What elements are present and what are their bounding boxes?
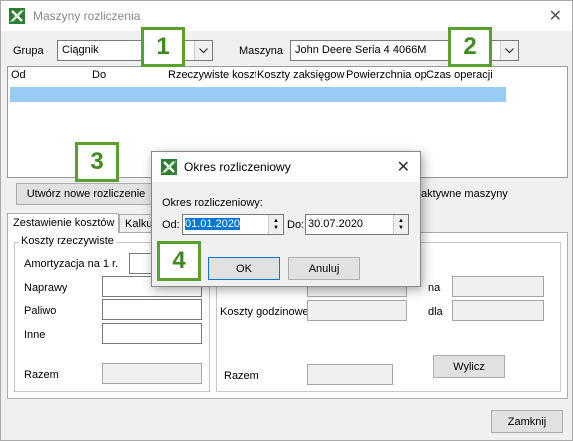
hourly-costs-label: Koszty godzinowe: [220, 306, 309, 318]
column-header-real-costs[interactable]: Rzeczywiste koszt: [168, 69, 256, 81]
close-icon[interactable]: ✕: [549, 6, 562, 26]
other-input[interactable]: [102, 323, 202, 344]
dialog-title-bar: Okres rozliczeniowy ✕: [152, 152, 420, 182]
calculate-button[interactable]: Wylicz: [433, 355, 505, 378]
from-label: Od:: [162, 219, 180, 231]
total-left-label: Razem: [24, 369, 59, 381]
hourly-costs-value: [307, 300, 407, 321]
period-label: Okres rozliczeniowy:: [162, 197, 263, 209]
column-header-od[interactable]: Od: [11, 69, 26, 81]
dialog-title: Okres rozliczeniowy: [184, 160, 291, 174]
column-header-area[interactable]: Powierzchnia op: [346, 69, 426, 81]
dla-label: dla: [428, 306, 443, 318]
app-icon: [161, 159, 177, 175]
badge-3: 3: [75, 142, 119, 182]
machine-label: Maszyna: [239, 45, 284, 57]
machine-select-value: John Deere Seria 4 4066M: [295, 44, 427, 56]
column-header-do[interactable]: Do: [92, 69, 106, 81]
group-select[interactable]: Ciągnik: [57, 40, 213, 61]
other-label: Inne: [24, 329, 46, 341]
selected-row[interactable]: [10, 87, 506, 102]
to-date-value: 30.07.2020: [308, 218, 364, 230]
spinner-icon[interactable]: ▲ ▼: [268, 215, 283, 234]
badge-4: 4: [157, 241, 201, 281]
chevron-down-icon[interactable]: [500, 41, 518, 60]
badge-2: 2: [448, 27, 492, 67]
na-label: na: [428, 282, 441, 294]
cancel-button[interactable]: Anuluj: [288, 257, 360, 280]
depreciation-label: Amortyzacja na 1 r.: [24, 258, 119, 270]
window-title: Maszyny rozliczenia: [33, 9, 141, 23]
to-date-input[interactable]: 30.07.2020 ▲ ▼: [305, 214, 409, 235]
from-date-input[interactable]: 01.01.2020 ▲ ▼: [182, 214, 284, 235]
to-label: Do:: [287, 219, 305, 231]
dla-value: [452, 300, 544, 321]
repairs-label: Naprawy: [24, 282, 68, 294]
badge-1: 1: [141, 27, 185, 67]
ok-button[interactable]: OK: [208, 257, 280, 280]
column-header-booked-costs[interactable]: Koszty zaksięgow: [257, 69, 345, 81]
na-value: [452, 276, 544, 297]
close-button[interactable]: Zamknij: [491, 410, 563, 433]
chevron-down-icon[interactable]: [194, 41, 212, 60]
create-new-settlement-button[interactable]: Utwórz nowe rozliczenie: [16, 183, 156, 205]
group-label: Grupa: [13, 45, 44, 57]
column-header-operation-time[interactable]: Czas operacji: [426, 69, 493, 81]
total-right-value: [307, 364, 393, 385]
total-left-value: [102, 363, 202, 384]
group-select-value: Ciągnik: [62, 44, 99, 56]
inactive-machines-label[interactable]: aktywne maszyny: [421, 188, 508, 200]
spinner-icon[interactable]: ▲ ▼: [393, 215, 408, 234]
real-costs-title: Koszty rzeczywiste: [19, 235, 116, 247]
total-right-label: Razem: [224, 370, 259, 382]
tab-cost-summary[interactable]: Zestawienie kosztów: [7, 213, 119, 233]
from-date-value: 01.01.2020: [185, 218, 241, 230]
close-icon[interactable]: ✕: [397, 157, 410, 177]
fuel-input[interactable]: [102, 299, 202, 320]
fuel-label: Paliwo: [24, 305, 57, 317]
app-icon: [9, 8, 25, 24]
